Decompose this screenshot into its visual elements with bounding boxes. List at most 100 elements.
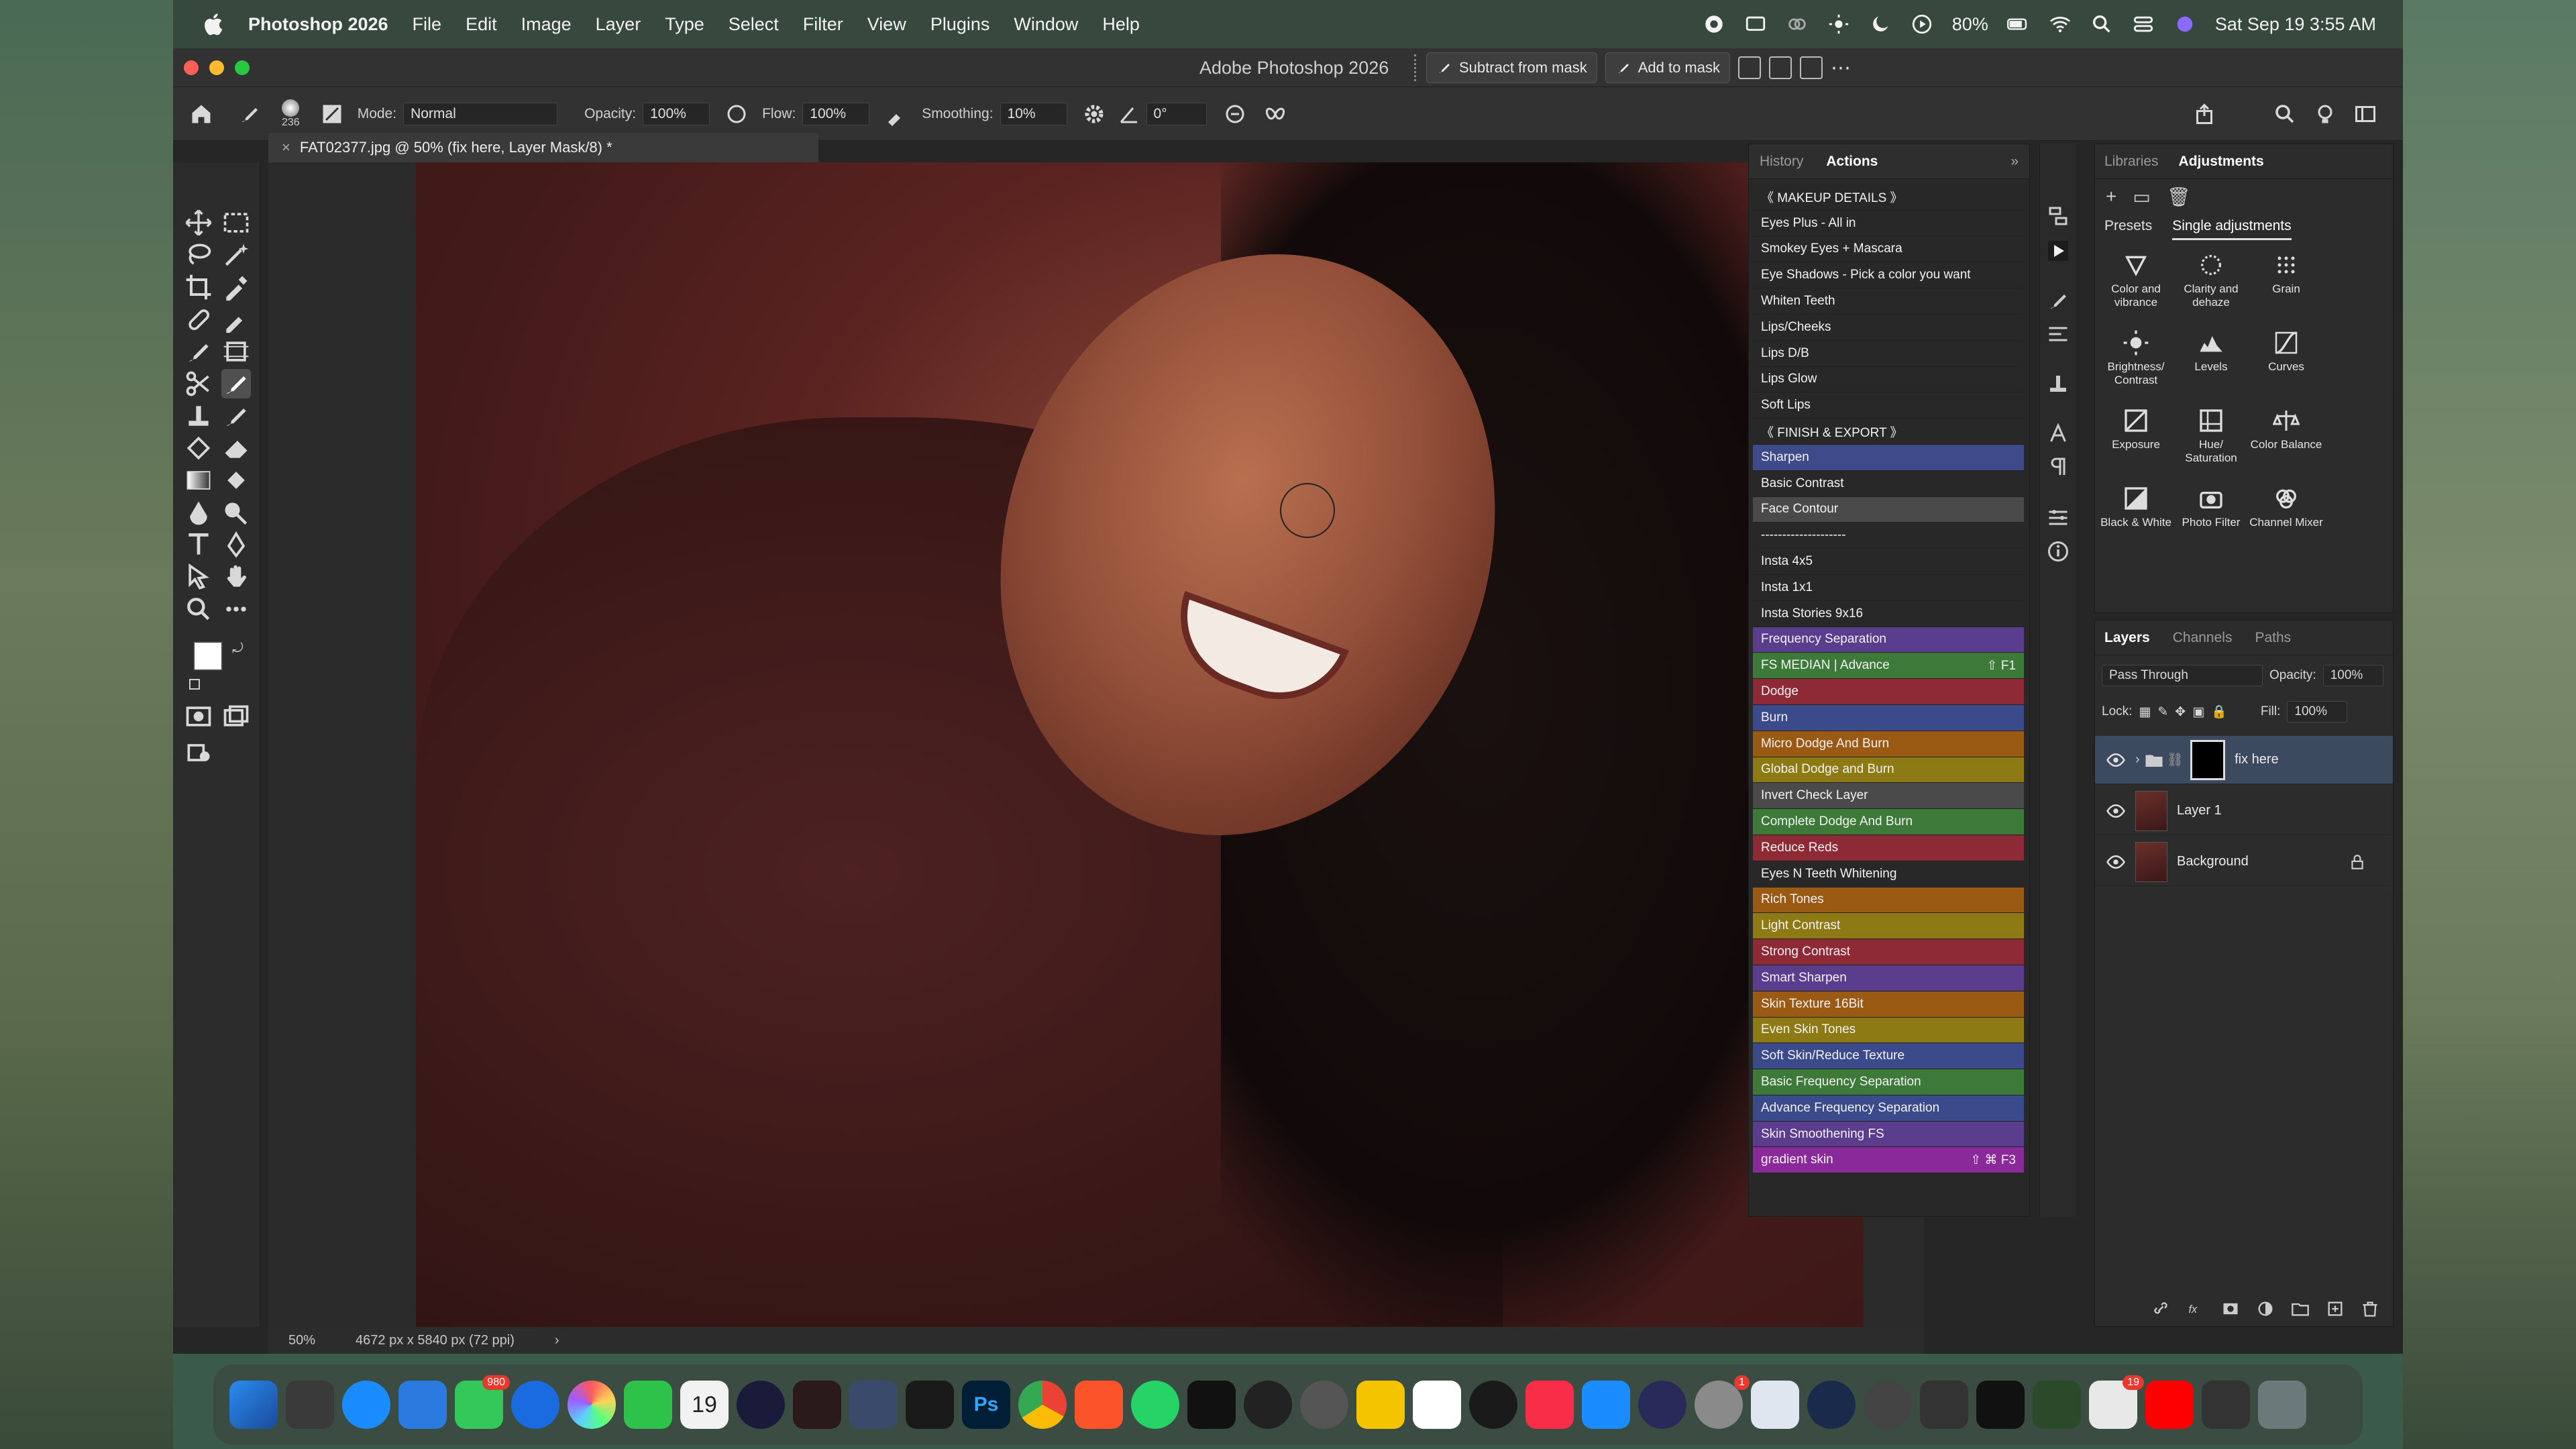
- subtab-single-adjustments[interactable]: Single adjustments: [2172, 218, 2292, 240]
- action-item[interactable]: Lips/Cheeks: [1753, 314, 2024, 341]
- action-item[interactable]: Complete Dodge And Burn: [1753, 809, 2024, 835]
- pressure-opacity-icon[interactable]: [724, 102, 749, 126]
- type-tool[interactable]: [184, 530, 213, 559]
- spotlight-search-icon[interactable]: [2090, 13, 2113, 36]
- quick-mask-button[interactable]: [184, 702, 213, 731]
- menu-plugins[interactable]: Plugins: [930, 14, 990, 35]
- action-item[interactable]: Eyes N Teeth Whitening: [1753, 861, 2024, 888]
- adjustment-item[interactable]: Color Balance: [2249, 407, 2323, 474]
- menu-select[interactable]: Select: [729, 14, 779, 35]
- dock-calculator[interactable]: [1920, 1381, 1968, 1429]
- menu-edit[interactable]: Edit: [466, 14, 497, 35]
- eye-visibility-icon[interactable]: [2106, 801, 2126, 821]
- taskbar-grip-icon[interactable]: [1414, 54, 1418, 81]
- apple-icon[interactable]: [200, 10, 228, 38]
- dock-photos[interactable]: [568, 1381, 616, 1429]
- record-icon[interactable]: [1703, 13, 1725, 36]
- adjustment-item[interactable]: Color and vibrance: [2099, 252, 2173, 319]
- home-icon[interactable]: [189, 102, 213, 126]
- delete-layer-icon[interactable]: [2361, 1299, 2379, 1318]
- eye-visibility-icon[interactable]: [2106, 750, 2126, 770]
- action-item[interactable]: Smokey Eyes + Mascara: [1753, 236, 2024, 263]
- smoothing-input[interactable]: 10%: [1000, 102, 1067, 125]
- brightness-icon[interactable]: [1827, 13, 1850, 36]
- fill-tool[interactable]: [221, 466, 251, 495]
- tab-adjustments[interactable]: Adjustments: [2179, 154, 2264, 170]
- lock-paint-icon[interactable]: ✎: [2157, 704, 2168, 720]
- dock-brave[interactable]: [1075, 1381, 1123, 1429]
- action-item[interactable]: Advance Frequency Separation: [1753, 1095, 2024, 1122]
- new-layer-icon[interactable]: [2326, 1299, 2345, 1318]
- actions-play-icon[interactable]: [2046, 239, 2070, 263]
- subtab-presets[interactable]: Presets: [2104, 218, 2152, 240]
- brushes-panel-icon[interactable]: [2046, 322, 2070, 346]
- tab-paths[interactable]: Paths: [2255, 630, 2291, 646]
- adjustment-item[interactable]: Clarity and dehaze: [2174, 252, 2248, 319]
- dock-capcut[interactable]: [906, 1381, 954, 1429]
- layer-name[interactable]: Background: [2177, 854, 2249, 869]
- brush-tool[interactable]: [184, 337, 213, 366]
- more-options-icon[interactable]: ⋯: [1831, 56, 1851, 80]
- action-item[interactable]: Insta Stories 9x16: [1753, 600, 2024, 627]
- action-item[interactable]: Skin Smoothening FS: [1753, 1121, 2024, 1148]
- menu-type[interactable]: Type: [665, 14, 704, 35]
- adjustment-item[interactable]: Grain: [2249, 252, 2323, 319]
- dock-safari[interactable]: [342, 1381, 390, 1429]
- layer-row-fix-here[interactable]: › ⛓ fix here: [2095, 736, 2393, 784]
- action-item[interactable]: Rich Tones: [1753, 887, 2024, 914]
- tab-channels[interactable]: Channels: [2173, 630, 2233, 646]
- fill-input[interactable]: 100%: [2287, 701, 2348, 722]
- action-item[interactable]: Soft Lips: [1753, 392, 2024, 419]
- add-mask-icon[interactable]: [2221, 1299, 2240, 1318]
- more-tools[interactable]: [221, 594, 251, 624]
- action-item[interactable]: Lips D/B: [1753, 340, 2024, 367]
- zoom-tool[interactable]: [184, 594, 213, 624]
- dock-chrome[interactable]: [1018, 1381, 1067, 1429]
- dock-app-eye[interactable]: [737, 1381, 785, 1429]
- adjustment-item[interactable]: Channel Mixer: [2249, 485, 2323, 552]
- dock-notes[interactable]: [1356, 1381, 1405, 1429]
- adjustment-item[interactable]: Hue/ Saturation: [2174, 407, 2248, 474]
- info-panel-icon[interactable]: [2046, 539, 2070, 564]
- flow-input[interactable]: 100%: [802, 102, 870, 125]
- dock-app-wave[interactable]: [1638, 1381, 1686, 1429]
- menu-file[interactable]: File: [413, 14, 442, 35]
- dock-profile-app[interactable]: [1300, 1381, 1348, 1429]
- paint-bucket-tool[interactable]: [184, 433, 213, 463]
- dock-calendar[interactable]: 19: [680, 1381, 729, 1429]
- history-panel-icon[interactable]: [2046, 204, 2070, 228]
- adjustment-layer-icon[interactable]: [2256, 1299, 2275, 1318]
- dock-music[interactable]: [1525, 1381, 1574, 1429]
- blur-tool[interactable]: [184, 498, 213, 527]
- adjustment-item[interactable]: Curves: [2249, 329, 2323, 396]
- action-item[interactable]: gradient skin ⇧ ⌘ F3: [1753, 1147, 2024, 1174]
- action-item[interactable]: 《 MAKEUP DETAILS 》: [1753, 184, 2024, 211]
- action-item[interactable]: --------------------: [1753, 523, 2024, 549]
- subtract-from-mask-button[interactable]: Subtract from mask: [1426, 52, 1597, 83]
- properties-panel-icon[interactable]: [2046, 506, 2070, 530]
- portrait-photo[interactable]: [416, 162, 1865, 1327]
- menu-view[interactable]: View: [867, 14, 906, 35]
- adjustment-item[interactable]: Exposure: [2099, 407, 2173, 474]
- action-item[interactable]: Skin Texture 16Bit: [1753, 991, 2024, 1018]
- layer-mask-thumbnail[interactable]: [2190, 739, 2226, 780]
- status-bar-expand-icon[interactable]: ›: [555, 1333, 559, 1348]
- lock-all-icon[interactable]: 🔒: [2211, 704, 2227, 720]
- lock-pixels-icon[interactable]: ▦: [2139, 704, 2151, 720]
- layer-name[interactable]: fix here: [2235, 752, 2279, 767]
- airbrush-icon[interactable]: [884, 102, 908, 126]
- battery-icon[interactable]: [2006, 13, 2030, 36]
- layer-opacity-input[interactable]: 100%: [2322, 665, 2383, 686]
- layer-row-background[interactable]: Background: [2095, 838, 2393, 886]
- eye-visibility-icon[interactable]: [2106, 852, 2126, 872]
- dock-aperture[interactable]: [1469, 1381, 1517, 1429]
- pen-tool[interactable]: [221, 530, 251, 559]
- blend-mode-select[interactable]: Pass Through: [2102, 665, 2263, 686]
- object-selection-tool[interactable]: [221, 240, 251, 270]
- zoom-window-button[interactable]: [235, 60, 250, 75]
- discover-lightbulb-icon[interactable]: [2313, 102, 2337, 126]
- eyedropper-tool[interactable]: [221, 272, 251, 302]
- folder-icon[interactable]: ▭: [2133, 186, 2150, 208]
- action-item[interactable]: Light Contrast: [1753, 913, 2024, 940]
- crop-tool[interactable]: [184, 272, 213, 302]
